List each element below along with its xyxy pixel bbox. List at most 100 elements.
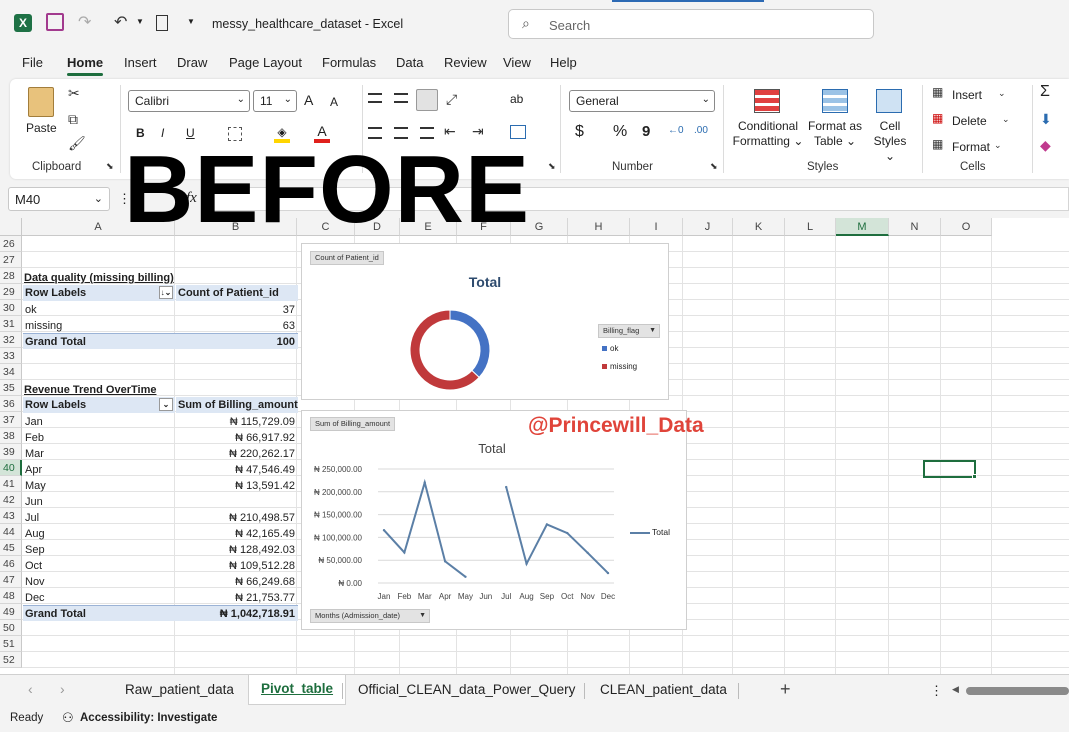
row-header-51[interactable]: 51 [0,636,22,652]
paste-icon[interactable] [28,87,54,117]
copy-icon[interactable]: ⧉ [68,111,78,128]
pivot2-row-value[interactable]: ₦ 128,492.03 [176,542,298,558]
pivot2-row-label[interactable]: Mar [25,446,175,462]
autosum-button[interactable]: Σ [1040,84,1050,100]
column-header-m[interactable]: M [836,218,889,236]
percent-button[interactable]: % [613,124,627,140]
search-box[interactable]: ⌕ Search [508,9,874,39]
fill-handle[interactable] [972,474,977,479]
filter-dropdown-icon[interactable]: ↓⌄ [159,286,173,299]
chart1-field-button[interactable]: Count of Patient_id [310,251,384,265]
pivot2-header-row-labels[interactable]: Row Labels ⌄ [23,397,175,413]
tab-draw[interactable]: Draw [177,55,207,70]
increase-decimal-icon[interactable]: ←0 [668,125,684,136]
number-format-combo[interactable]: General ⌄ [569,90,715,112]
cell-styles-icon[interactable] [876,89,902,113]
undo-dropdown-icon[interactable]: ▼ [136,17,144,26]
insert-cells-button[interactable]: Insert [952,88,982,103]
row-header-34[interactable]: 34 [0,364,22,380]
row-header-29[interactable]: 29 [0,284,22,300]
pivot1-header-count[interactable]: Count of Patient_id [176,285,298,301]
tab-review[interactable]: Review [444,55,487,70]
row-header-31[interactable]: 31 [0,316,22,332]
shrink-font-button[interactable]: A [330,95,338,110]
column-header-n[interactable]: N [889,218,941,236]
pivot2-row-value[interactable]: ₦ 115,729.09 [176,414,298,430]
pivot2-row-label[interactable]: Sep [25,542,175,558]
pivot1-header-row-labels[interactable]: Row Labels ↓⌄ [23,285,175,301]
row-header-43[interactable]: 43 [0,508,22,524]
delete-cells-button[interactable]: Delete [952,114,987,129]
undo-icon[interactable]: ↶ [114,12,127,32]
line-chart[interactable]: Sum of Billing_amount Total ₦ 250,000.00… [301,410,687,630]
cell-styles-button[interactable]: Cell Styles ⌄ [868,119,912,164]
align-top-icon[interactable] [368,93,382,103]
add-sheet-icon[interactable]: + [780,679,791,700]
pivot2-row-value[interactable]: ₦ 47,546.49 [176,462,298,478]
format-as-table-button[interactable]: Format as Table ⌄ [806,119,864,149]
pivot2-row-label[interactable]: Jan [25,414,175,430]
pivot2-row-value[interactable]: ₦ 13,591.42 [176,478,298,494]
pivot2-row-value[interactable]: ₦ 21,753.77 [176,590,298,606]
row-header-40[interactable]: 40 [0,460,22,476]
row-header-35[interactable]: 35 [0,380,22,396]
align-bottom-icon[interactable] [416,89,438,111]
sheet-tab-raw-patient-data[interactable]: Raw_patient_data [125,682,234,697]
format-cells-button[interactable]: Format [952,140,990,155]
grow-font-button[interactable]: A [304,93,313,108]
pivot2-row-label[interactable]: Feb [25,430,175,446]
row-header-36[interactable]: 36 [0,396,22,412]
chart1-legend-field-button[interactable]: Billing_flag ▼ [598,324,660,338]
row-header-33[interactable]: 33 [0,348,22,364]
row-header-52[interactable]: 52 [0,652,22,668]
tabs-more-icon[interactable]: ⋮ [930,683,943,699]
delete-cells-icon[interactable]: ▦ [932,111,943,125]
prev-sheet-icon[interactable]: ‹ [28,681,33,697]
qat-customize-icon[interactable]: ▼ [187,17,195,26]
row-header-49[interactable]: 49 [0,604,22,620]
pivot2-row-value[interactable]: ₦ 66,917.92 [176,430,298,446]
tab-page-layout[interactable]: Page Layout [229,55,302,70]
pivot2-row-value[interactable] [176,494,298,510]
new-file-icon[interactable] [156,15,168,31]
pivot2-row-label[interactable]: Apr [25,462,175,478]
sheet-tab-pivot-table[interactable]: Pivot_table [248,675,347,705]
scroll-left-icon[interactable]: ◀ [952,684,959,695]
save-icon[interactable] [46,13,64,31]
conditional-formatting-icon[interactable] [754,89,780,113]
insert-cells-icon[interactable]: ▦ [932,85,943,99]
donut-slice-ok[interactable] [449,309,491,379]
tab-data[interactable]: Data [396,55,423,70]
tab-insert[interactable]: Insert [124,55,157,70]
row-header-45[interactable]: 45 [0,540,22,556]
worksheet-grid[interactable]: ABCDEFGHIJKLMNO 26 27 28 29 30 31 32 33 34 35 36 37… [0,218,1069,674]
pivot2-row-value[interactable]: ₦ 109,512.28 [176,558,298,574]
pivot2-row-label[interactable]: Jul [25,510,175,526]
tab-view[interactable]: View [503,55,531,70]
accessibility-icon[interactable]: ⚇ [62,710,74,726]
row-header-47[interactable]: 47 [0,572,22,588]
pivot1-row-label[interactable]: ok [25,302,175,318]
pivot2-row-value[interactable]: ₦ 66,249.68 [176,574,298,590]
font-size-combo[interactable]: 11 ⌄ [253,90,297,112]
tab-formulas[interactable]: Formulas [322,55,376,70]
row-header-42[interactable]: 42 [0,492,22,508]
column-header-k[interactable]: K [733,218,785,236]
format-dropdown-icon[interactable]: ⌄ [994,140,1002,151]
column-header-h[interactable]: H [568,218,630,236]
tab-help[interactable]: Help [550,55,577,70]
clipboard-launcher-icon[interactable]: ⬊ [106,161,114,172]
pivot2-row-label[interactable]: Nov [25,574,175,590]
format-as-table-icon[interactable] [822,89,848,113]
pivot2-row-label[interactable]: Jun [25,494,175,510]
row-header-44[interactable]: 44 [0,524,22,540]
clear-icon[interactable]: ◆ [1040,137,1051,154]
pivot2-row-label[interactable]: May [25,478,175,494]
pivot1-grand-total-value[interactable]: 100 [176,333,298,349]
column-header-i[interactable]: I [630,218,683,236]
tab-file[interactable]: File [22,55,43,70]
pivot2-header-sum[interactable]: Sum of Billing_amount [176,397,298,413]
row-header-38[interactable]: 38 [0,428,22,444]
row-header-27[interactable]: 27 [0,252,22,268]
row-header-26[interactable]: 26 [0,236,22,252]
